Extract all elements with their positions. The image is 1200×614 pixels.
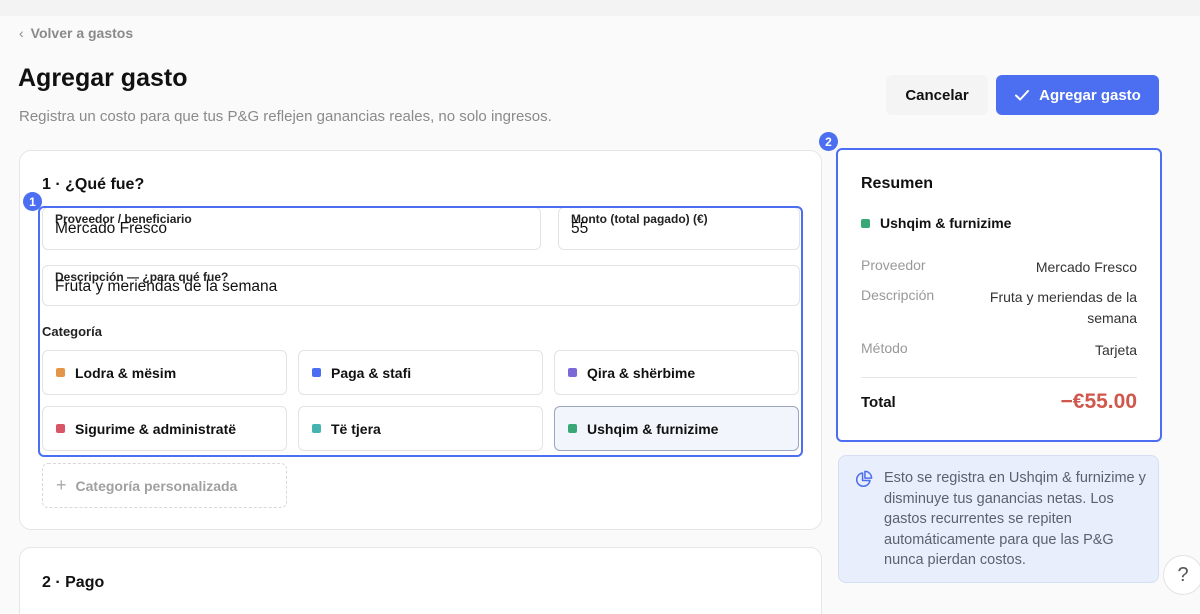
vendor-input[interactable] — [55, 220, 528, 238]
amount-field[interactable]: Monto (total pagado) (€) — [558, 207, 800, 250]
summary-panel: Resumen Ushqim & furnizime Proveedor Mer… — [836, 148, 1162, 442]
help-button[interactable]: ? — [1163, 555, 1200, 595]
pie-chart-icon — [856, 470, 873, 487]
info-callout: Esto se registra en Ushqim & furnizime y… — [838, 455, 1159, 583]
amount-input[interactable] — [571, 220, 787, 238]
category-label: Categoría — [42, 324, 102, 339]
category-option[interactable]: Lodra & mësim — [42, 350, 287, 395]
vendor-field[interactable]: Proveedor / beneficiario — [42, 207, 541, 250]
category-option-label: Lodra & mësim — [75, 364, 177, 381]
summary-description-key: Descripción — [861, 287, 935, 303]
chevron-left-icon: ‹ — [19, 25, 24, 41]
category-option[interactable]: Sigurime & administratë — [42, 406, 287, 451]
highlight-badge-2: 2 — [819, 132, 838, 151]
summary-divider — [861, 377, 1137, 378]
description-input[interactable] — [55, 278, 787, 296]
summary-method-key: Método — [861, 340, 908, 356]
summary-method-value: Tarjeta — [1094, 342, 1137, 358]
custom-category-label: Categoría personalizada — [75, 477, 238, 494]
category-option[interactable]: Të tjera — [298, 406, 543, 451]
category-option[interactable]: Paga & stafi — [298, 350, 543, 395]
custom-category-button[interactable]: + Categoría personalizada — [42, 463, 287, 508]
what-section-title: 1 · ¿Qué fue? — [42, 176, 145, 193]
category-color-dot — [56, 424, 65, 433]
plus-icon: + — [56, 475, 67, 495]
info-text: Esto se registra en Ushqim & furnizime y… — [884, 470, 1146, 568]
summary-total-key: Total — [861, 393, 896, 411]
summary-description-value: Fruta y meriendas de la semana — [989, 289, 1137, 326]
summary-title: Resumen — [861, 175, 934, 192]
summary-vendor-value: Mercado Fresco — [1035, 259, 1137, 275]
description-field[interactable]: Descripción — ¿para qué fue? — [42, 265, 800, 306]
summary-method-row: Método Tarjeta — [861, 340, 1137, 361]
category-color-dot — [568, 368, 577, 377]
category-color-dot — [312, 368, 321, 377]
category-option-selected[interactable]: Ushqim & furnizime — [554, 406, 799, 451]
category-color-dot — [56, 368, 65, 377]
summary-vendor-row: Proveedor Mercado Fresco — [861, 257, 1137, 278]
summary-category: Ushqim & furnizime — [861, 215, 1011, 231]
category-option-label: Qira & shërbime — [587, 364, 696, 381]
summary-category-label: Ushqim & furnizime — [880, 215, 1012, 231]
summary-total-row: Total −€55.00 — [861, 390, 1137, 414]
category-color-dot — [312, 424, 321, 433]
top-bar — [0, 0, 1200, 16]
category-option-label: Të tjera — [331, 420, 381, 437]
summary-description-row: Descripción Fruta y meriendas de la sema… — [861, 287, 1137, 329]
summary-total-value: −€55.00 — [1060, 390, 1138, 413]
category-color-dot — [568, 424, 577, 433]
page-subtitle: Registra un costo para que tus P&G refle… — [19, 108, 552, 125]
payment-section-title: 2 · Pago — [42, 574, 105, 591]
category-option-label: Paga & stafi — [331, 364, 412, 381]
add-expense-label: Agregar gasto — [1039, 86, 1141, 104]
summary-category-dot — [861, 218, 870, 228]
payment-section-card: 2 · Pago — [19, 547, 822, 614]
category-option[interactable]: Qira & shërbime — [554, 350, 799, 395]
highlight-badge-1: 1 — [23, 192, 42, 211]
add-expense-button[interactable]: Agregar gasto — [996, 75, 1159, 115]
category-option-label: Sigurime & administratë — [75, 420, 237, 437]
page-title: Agregar gasto — [18, 64, 188, 92]
cancel-button[interactable]: Cancelar — [886, 75, 988, 115]
back-link-label: Volver a gastos — [30, 25, 134, 41]
summary-vendor-key: Proveedor — [861, 257, 926, 273]
check-icon — [1015, 90, 1030, 101]
category-option-label: Ushqim & furnizime — [587, 420, 719, 437]
back-link[interactable]: ‹ Volver a gastos — [19, 25, 133, 41]
